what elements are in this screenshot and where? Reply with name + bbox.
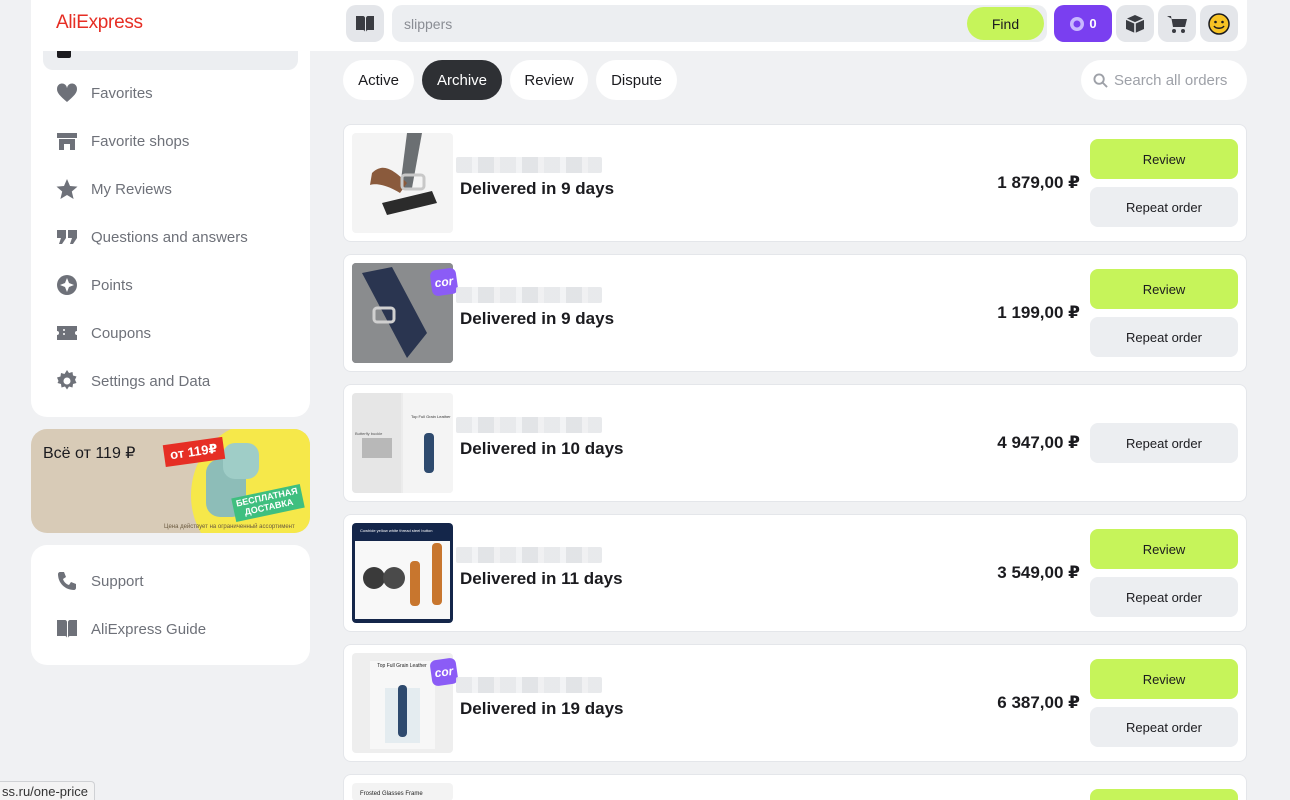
repeat-order-button[interactable]: Repeat order xyxy=(1090,707,1238,747)
delivery-status: Delivered in 9 days xyxy=(460,309,615,328)
cart-button[interactable] xyxy=(1158,5,1196,42)
product-name-blurred xyxy=(456,547,602,563)
box-icon xyxy=(1125,14,1145,33)
profile-button[interactable] xyxy=(1200,5,1238,42)
sidebar-item-favorites[interactable]: Favorites xyxy=(55,81,153,105)
delivery-status: Delivered in 9 days xyxy=(460,179,615,198)
smiley-icon xyxy=(1208,12,1230,35)
review-button[interactable]: Review xyxy=(1090,529,1238,569)
shop-icon xyxy=(57,133,77,150)
sidebar-item-points[interactable]: Points xyxy=(55,273,133,297)
promo-title: Всё от 119 ₽ xyxy=(43,445,136,462)
search-input[interactable] xyxy=(404,5,954,42)
thumbnail-caption: Top Full Grain Leather xyxy=(411,414,451,419)
watch-strap-image xyxy=(370,133,437,215)
sidebar-item-my-reviews[interactable]: My Reviews xyxy=(55,177,172,201)
promo-banner[interactable]: Всё от 119 ₽ от 119₽ БЕСПЛАТНАЯ ДОСТАВКА… xyxy=(31,429,310,533)
coupon-badge: cor xyxy=(429,657,459,687)
book-icon xyxy=(57,620,77,638)
coin-icon xyxy=(1070,16,1085,31)
account-menu: Favorites Favorite shops My Reviews Ques… xyxy=(31,20,310,417)
order-card[interactable]: Delivered in 9 days 1 879,00 ₽ Review Re… xyxy=(343,124,1247,242)
thumbnail-caption: Cowhide yellow white thread steel button xyxy=(360,528,433,533)
order-card[interactable]: Top Full Grain Leather Butterfly buckle … xyxy=(343,384,1247,502)
orders-button[interactable] xyxy=(1116,5,1154,42)
top-header: AliExpress Find 0 xyxy=(31,0,1247,51)
find-button[interactable]: Find xyxy=(967,7,1044,40)
watch-strap-image xyxy=(352,393,453,493)
review-button[interactable]: Review xyxy=(1090,659,1238,699)
star-icon xyxy=(56,179,78,199)
points-count: 0 xyxy=(1089,16,1097,31)
review-button[interactable]: Review xyxy=(1090,269,1238,309)
order-price: 6 387,00 ₽ xyxy=(997,693,1080,712)
phone-icon xyxy=(58,572,76,590)
sidebar-item-coupons[interactable]: Coupons xyxy=(55,321,151,345)
order-search-input[interactable]: Search all orders xyxy=(1081,60,1247,100)
sidebar-item-settings-and-data[interactable]: Settings and Data xyxy=(55,369,210,393)
order-price: 1 879,00 ₽ xyxy=(997,173,1080,192)
product-thumbnail[interactable]: Cowhide yellow white thread steel button xyxy=(352,523,453,623)
sidebar-item-support[interactable]: Support xyxy=(55,569,144,593)
sidebar-item-favorite-shops[interactable]: Favorite shops xyxy=(55,129,189,153)
thumbnail-caption: Frosted Glasses Frame xyxy=(360,791,423,797)
tab-dispute[interactable]: Dispute xyxy=(596,60,677,100)
repeat-order-button[interactable]: Repeat order xyxy=(1090,317,1238,357)
thumbnail-caption: Butterfly buckle xyxy=(355,431,383,436)
delivery-status: Delivered in 11 days xyxy=(460,569,623,588)
product-name-blurred xyxy=(456,157,602,173)
points-button[interactable]: 0 xyxy=(1054,5,1112,42)
order-card[interactable]: Frosted Glasses Frame xyxy=(343,774,1247,800)
aliexpress-logo[interactable]: AliExpress xyxy=(56,12,143,34)
tab-review[interactable]: Review xyxy=(510,60,588,100)
sidebar-item-aliexpress-guide[interactable]: AliExpress Guide xyxy=(55,617,206,641)
order-price: 3 549,00 ₽ xyxy=(997,563,1080,582)
order-card[interactable]: Cowhide yellow white thread steel button… xyxy=(343,514,1247,632)
quote-icon xyxy=(57,230,77,244)
search-icon xyxy=(1093,72,1108,88)
ticket-icon xyxy=(57,326,77,340)
coin-icon xyxy=(57,275,77,295)
cart-icon xyxy=(1167,15,1187,33)
order-price: 1 199,00 ₽ xyxy=(997,303,1080,322)
gear-icon xyxy=(57,370,77,390)
repeat-order-button[interactable]: Repeat order xyxy=(1090,577,1238,617)
watch-strap-image xyxy=(355,541,450,619)
tab-active[interactable]: Active xyxy=(343,60,414,100)
support-menu: Support AliExpress Guide xyxy=(31,545,310,665)
sidebar-item-questions-and-answers[interactable]: Questions and answers xyxy=(55,225,248,249)
product-name-blurred xyxy=(456,417,602,433)
tab-archive[interactable]: Archive xyxy=(422,60,502,100)
order-card[interactable]: Top Full Grain Leather cor Delivered in … xyxy=(343,644,1247,762)
delivery-status: Delivered in 19 days xyxy=(460,699,624,718)
search-bar: Find xyxy=(392,5,1047,42)
promo-note: Цена действует на ограниченный ассортиме… xyxy=(164,524,295,530)
coupon-badge: cor xyxy=(429,267,459,297)
status-bar-url: ss.ru/one-price xyxy=(0,781,95,800)
book-icon xyxy=(356,15,374,32)
product-name-blurred xyxy=(456,677,602,693)
product-thumbnail[interactable]: Frosted Glasses Frame xyxy=(352,783,453,800)
repeat-order-button[interactable]: Repeat order xyxy=(1090,423,1238,463)
review-button[interactable]: Review xyxy=(1090,139,1238,179)
catalog-button[interactable] xyxy=(346,5,384,42)
thumbnail-caption: Top Full Grain Leather xyxy=(377,663,427,669)
product-name-blurred xyxy=(456,287,602,303)
order-card[interactable]: cor Delivered in 9 days 1 199,00 ₽ Revie… xyxy=(343,254,1247,372)
repeat-order-button[interactable]: Repeat order xyxy=(1090,187,1238,227)
review-button[interactable] xyxy=(1090,789,1238,800)
order-price: 4 947,00 ₽ xyxy=(997,433,1080,452)
delivery-status: Delivered in 10 days xyxy=(460,439,624,458)
product-thumbnail[interactable] xyxy=(352,133,453,233)
product-thumbnail[interactable]: Top Full Grain Leather Butterfly buckle xyxy=(352,393,453,493)
heart-icon xyxy=(56,83,78,102)
